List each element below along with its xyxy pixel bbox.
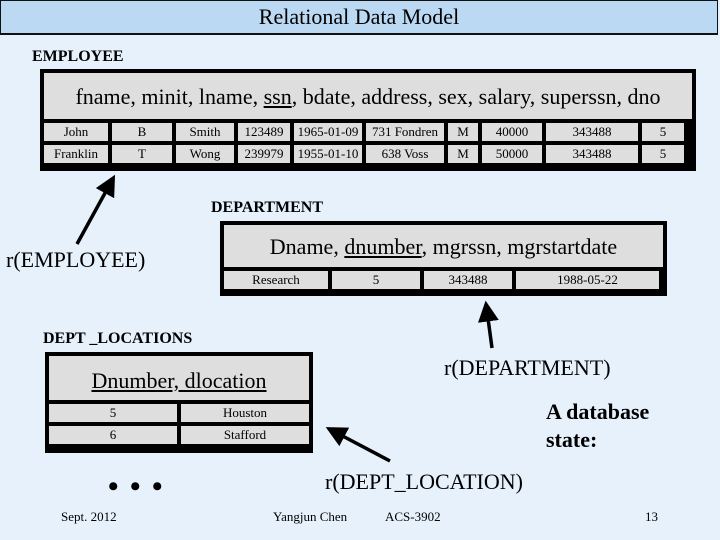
employee-arrow-icon bbox=[75, 174, 116, 245]
department-arrow-icon bbox=[478, 300, 499, 349]
footer-page-number: 13 bbox=[645, 509, 658, 524]
footer-date: Sept. 2012 bbox=[61, 509, 117, 524]
arrows-layer bbox=[75, 174, 499, 463]
dept-location-arrow-icon bbox=[325, 427, 391, 463]
footer-course: ACS-3902 bbox=[385, 509, 441, 524]
footer-author: Yangjun Chen bbox=[273, 509, 348, 524]
